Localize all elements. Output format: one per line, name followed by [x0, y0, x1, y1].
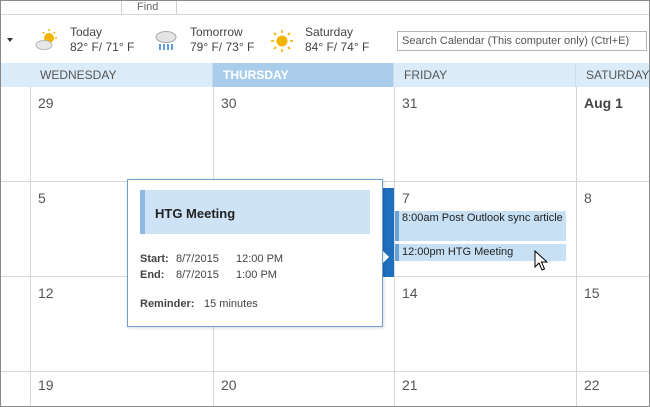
ribbon-divider [121, 1, 122, 14]
day-header-friday: FRIDAY [394, 63, 576, 87]
day-cell-date[interactable]: 14 [402, 285, 418, 301]
weather-temp: 82° F/ 71° F [70, 40, 135, 54]
day-header-thursday: THURSDAY [213, 63, 394, 87]
weather-temp: 79° F/ 73° F [190, 40, 255, 54]
end-date: 8/7/2015 [176, 269, 219, 281]
start-label: Start: [140, 253, 169, 265]
grid-line [30, 87, 31, 406]
mouse-pointer-icon [534, 250, 548, 271]
popup-pointer [382, 250, 389, 264]
popup-title[interactable]: HTG Meeting [140, 190, 370, 234]
day-cell-date[interactable]: 19 [38, 377, 54, 393]
day-cell-date[interactable]: 21 [402, 377, 418, 393]
weather-day-label: Tomorrow [190, 25, 243, 39]
day-cell-date[interactable]: 7 [402, 190, 410, 206]
search-calendar-input[interactable]: Search Calendar (This computer only) (Ct… [397, 31, 647, 51]
outlook-calendar-window: Find Today 82° F/ 71° F Tomorrow 79° F/ … [0, 0, 650, 407]
end-label: End: [140, 269, 165, 281]
start-date: 8/7/2015 [176, 253, 219, 265]
ribbon-strip: Find [1, 1, 649, 15]
weather-day-label: Saturday [305, 25, 354, 39]
find-group-label: Find [137, 1, 159, 13]
grid-line [576, 87, 577, 406]
day-header-row: WEDNESDAY THURSDAY FRIDAY SATURDAY [1, 63, 650, 87]
grid-line [1, 371, 649, 372]
day-cell-date[interactable]: Aug 1 [584, 95, 623, 111]
day-cell-date[interactable]: 8 [584, 190, 592, 206]
partly-sunny-icon [35, 29, 57, 50]
weather-bar: Today 82° F/ 71° F Tomorrow 79° F/ 73° F [1, 15, 649, 63]
event-post-outlook-sync[interactable]: 8:00am Post Outlook sync article [395, 211, 566, 241]
day-cell-date[interactable]: 12 [38, 285, 54, 301]
reminder-label: Reminder: [140, 298, 195, 310]
day-cell-date[interactable]: 29 [38, 95, 54, 111]
day-cell-date[interactable]: 5 [38, 190, 46, 206]
end-time: 1:00 PM [236, 269, 277, 281]
day-header-saturday: SATURDAY [586, 68, 650, 82]
weather-day-label: Today [70, 25, 103, 39]
sunny-icon [271, 30, 293, 52]
location-dropdown-arrow[interactable] [7, 38, 13, 42]
event-peek-popup[interactable]: HTG Meeting Start: 8/7/2015 12:00 PM End… [127, 179, 383, 327]
reminder-value: 15 minutes [204, 298, 258, 310]
rain-icon [155, 31, 177, 50]
day-header-wednesday: WEDNESDAY [30, 63, 213, 87]
day-cell-date[interactable]: 30 [221, 95, 237, 111]
weather-temp: 84° F/ 74° F [305, 40, 370, 54]
day-cell-date[interactable]: 15 [584, 285, 600, 301]
start-time: 12:00 PM [236, 253, 284, 265]
search-placeholder: Search Calendar (This computer only) (Ct… [402, 35, 630, 47]
day-cell-date[interactable]: 22 [584, 377, 600, 393]
ribbon-divider [176, 1, 177, 14]
day-cell-date[interactable]: 31 [402, 95, 418, 111]
day-cell-date[interactable]: 20 [221, 377, 237, 393]
